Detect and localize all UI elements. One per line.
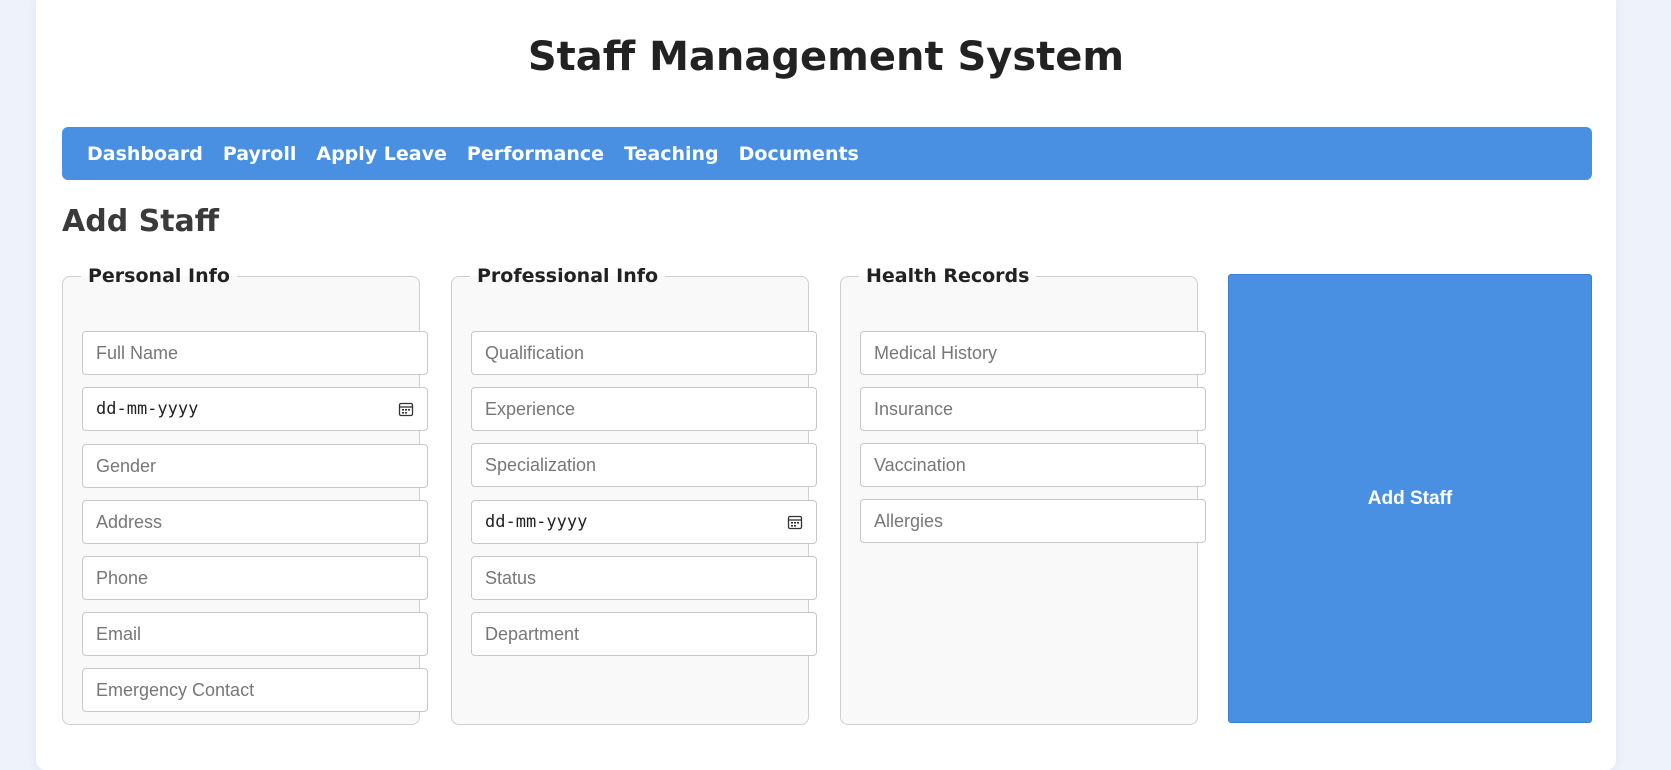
date-of-birth-value: dd-mm-yyyy (96, 399, 199, 419)
gender-input[interactable]: Gender (82, 444, 428, 488)
medical-history-placeholder: Medical History (874, 342, 998, 363)
experience-input[interactable]: Experience (471, 387, 817, 431)
department-input[interactable]: Department (471, 612, 817, 656)
specialization-placeholder: Specialization (485, 454, 597, 475)
add-staff-button[interactable]: Add Staff (1228, 274, 1592, 723)
nav-documents[interactable]: Documents (739, 143, 859, 165)
insurance-placeholder: Insurance (874, 398, 954, 419)
status-placeholder: Status (485, 567, 537, 588)
insurance-input[interactable]: Insurance (860, 387, 1206, 431)
gender-placeholder: Gender (96, 455, 157, 476)
email-input[interactable]: Email (82, 612, 428, 656)
nav-apply-leave[interactable]: Apply Leave (316, 143, 447, 165)
department-placeholder: Department (485, 623, 580, 644)
experience-placeholder: Experience (485, 398, 576, 419)
page-title: Staff Management System (527, 34, 1125, 80)
main-card: Staff Management System Dashboard Payrol… (36, 0, 1616, 770)
vaccination-input[interactable]: Vaccination (860, 443, 1206, 487)
phone-placeholder: Phone (96, 567, 149, 588)
phone-input[interactable]: Phone (82, 556, 428, 600)
nav-teaching[interactable]: Teaching (624, 143, 719, 165)
add-staff-heading: Add Staff (62, 204, 220, 239)
health-records-legend: Health Records (866, 265, 1030, 287)
nav-payroll[interactable]: Payroll (223, 143, 297, 165)
qualification-placeholder: Qualification (485, 342, 585, 363)
address-input[interactable]: Address (82, 500, 428, 544)
date-of-birth-input[interactable]: dd-mm-yyyy (82, 387, 428, 431)
full-name-input[interactable]: Full Name (82, 331, 428, 375)
emergency-contact-placeholder: Emergency Contact (96, 679, 255, 700)
calendar-icon[interactable] (787, 514, 803, 530)
medical-history-input[interactable]: Medical History (860, 331, 1206, 375)
allergies-placeholder: Allergies (874, 510, 944, 531)
personal-info-legend: Personal Info (88, 265, 230, 287)
qualification-input[interactable]: Qualification (471, 331, 817, 375)
professional-info-panel: Professional Info Qualification Experien… (451, 265, 817, 725)
joining-date-value: dd-mm-yyyy (485, 512, 588, 532)
calendar-icon[interactable] (398, 401, 414, 417)
nav-dashboard[interactable]: Dashboard (87, 143, 203, 165)
joining-date-input[interactable]: dd-mm-yyyy (471, 500, 817, 544)
status-input[interactable]: Status (471, 556, 817, 600)
email-placeholder: Email (96, 623, 142, 644)
professional-info-legend: Professional Info (477, 265, 659, 287)
allergies-input[interactable]: Allergies (860, 499, 1206, 543)
health-records-panel: Health Records Medical History Insurance… (840, 265, 1206, 725)
address-placeholder: Address (96, 511, 163, 532)
nav-performance[interactable]: Performance (467, 143, 604, 165)
vaccination-placeholder: Vaccination (874, 454, 966, 475)
full-name-placeholder: Full Name (96, 342, 179, 363)
specialization-input[interactable]: Specialization (471, 443, 817, 487)
personal-info-panel: Personal Info Full Name dd-mm-yyyy Gende… (62, 265, 428, 725)
main-navbar: Dashboard Payroll Apply Leave Performanc… (62, 127, 1592, 180)
emergency-contact-input[interactable]: Emergency Contact (82, 668, 428, 712)
